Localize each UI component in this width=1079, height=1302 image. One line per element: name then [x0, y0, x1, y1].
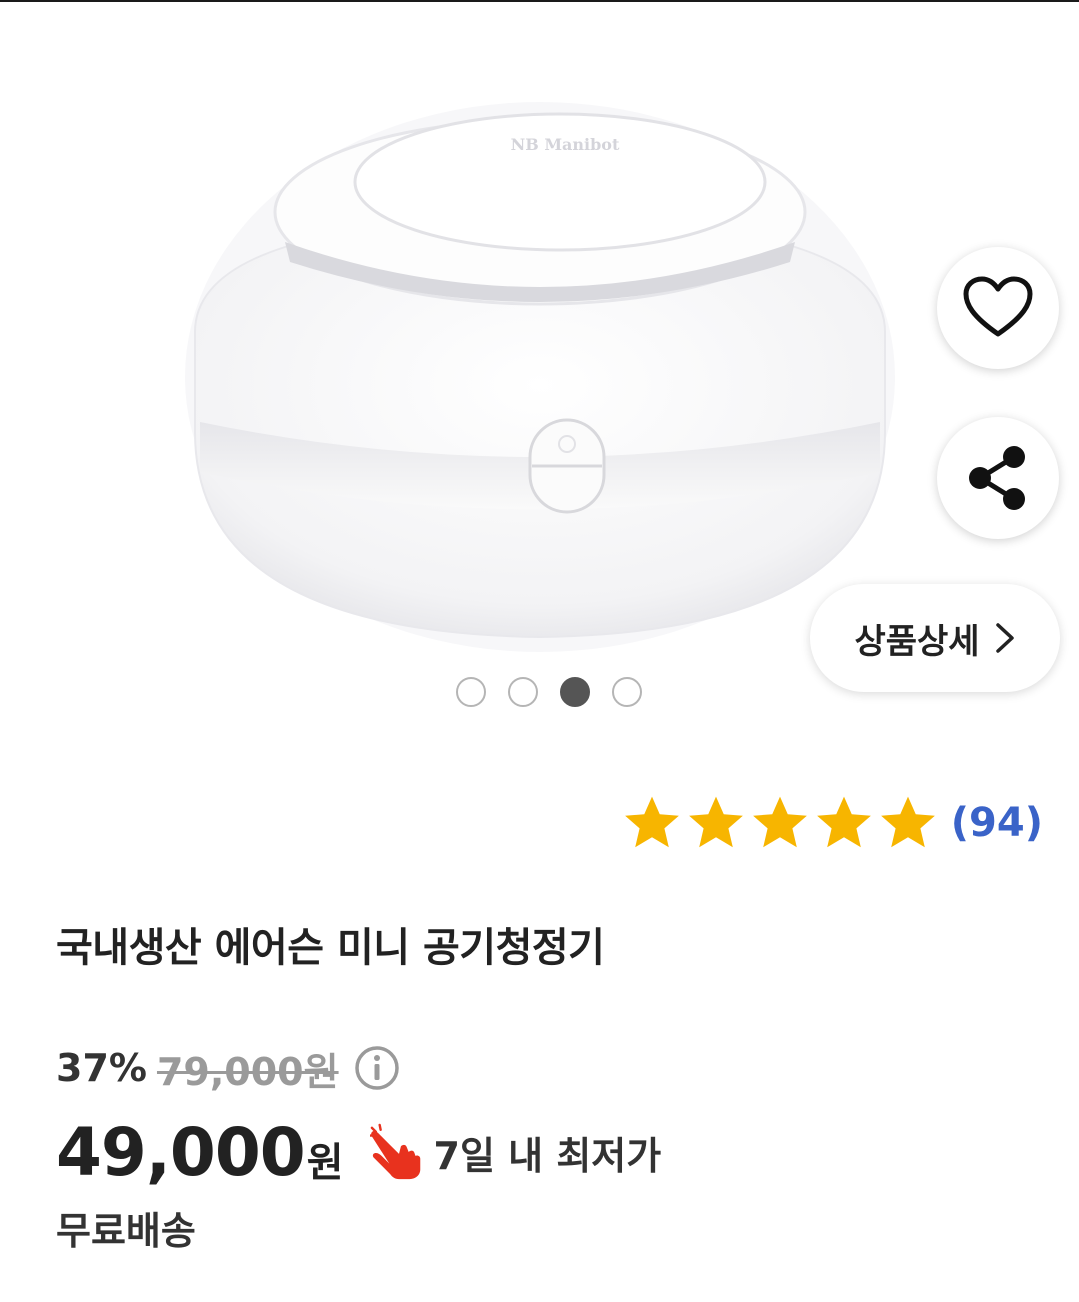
heart-outline-icon — [963, 276, 1033, 337]
lowest-price-badge: 7일 내 최저가 — [433, 1133, 662, 1178]
chevron-right-icon — [995, 623, 1014, 653]
discount-row: 37% 79,000원 — [56, 1040, 401, 1096]
star-icon — [880, 796, 935, 848]
sale-price: 49,000 — [56, 1113, 306, 1191]
brand-mark: NB Manibot — [511, 135, 620, 154]
discount-rate: 37% — [56, 1046, 147, 1090]
star-icon — [688, 796, 743, 848]
star-icon — [624, 796, 679, 848]
price-row: 49,000 원 7일 내 최저가 — [56, 1112, 661, 1192]
pagination-dot-active[interactable] — [560, 677, 590, 707]
star-icon — [752, 796, 807, 848]
gallery-pagination — [456, 674, 642, 710]
product-image: NB Manibot — [185, 102, 895, 652]
product-gallery[interactable]: NB Manibot 상품상세 — [0, 2, 1079, 722]
product-detail-label: 상품상세 — [854, 621, 980, 662]
star-icon — [816, 796, 871, 848]
info-circle-icon[interactable] — [353, 1044, 401, 1092]
share-button[interactable] — [937, 417, 1059, 539]
pagination-dot[interactable] — [508, 677, 538, 707]
share-icon — [969, 446, 1025, 510]
original-price: 79,000원 — [156, 1049, 339, 1094]
shipping-info: 무료배송 — [56, 1209, 196, 1253]
pagination-dot[interactable] — [456, 677, 486, 707]
price-unit: 원 — [306, 1140, 344, 1186]
product-detail-button[interactable]: 상품상세 — [810, 584, 1060, 692]
product-title: 국내생산 에어슨 미니 공기청정기 — [56, 925, 605, 971]
rating-summary[interactable]: (94) — [621, 793, 1043, 853]
like-button[interactable] — [937, 247, 1059, 369]
pointing-hand-icon — [369, 1123, 420, 1180]
pagination-dot[interactable] — [612, 677, 642, 707]
review-count-link[interactable]: (94) — [951, 800, 1043, 846]
